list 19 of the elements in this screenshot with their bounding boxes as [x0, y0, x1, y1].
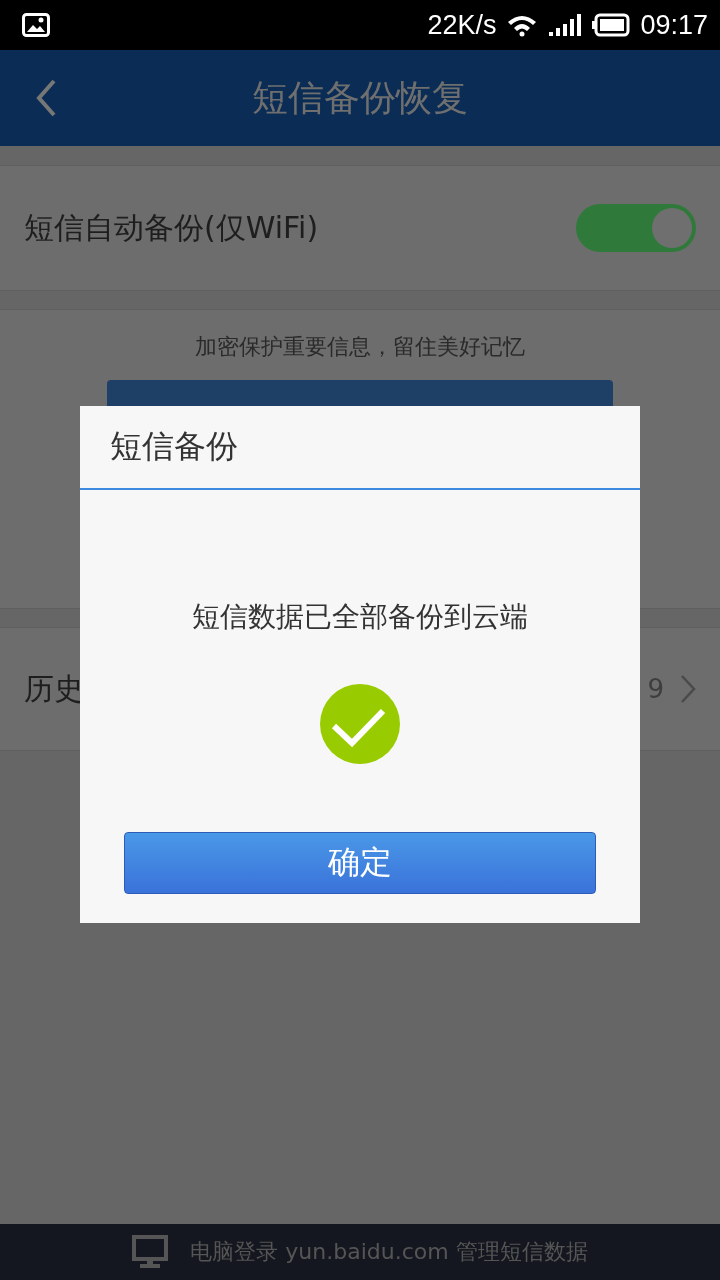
setting-label: 短信自动备份(仅WiFi): [24, 208, 319, 247]
back-icon[interactable]: [34, 78, 58, 118]
page-title: 短信备份恢复: [252, 75, 468, 120]
dialog-message: 短信数据已全部备份到云端: [192, 599, 528, 635]
card-subtitle: 加密保护重要信息，留住美好记忆: [195, 333, 525, 361]
wifi-icon: [506, 13, 539, 37]
monitor-icon: [132, 1235, 169, 1269]
confirm-button[interactable]: 确定: [124, 832, 596, 894]
network-speed: 22K/s: [427, 9, 497, 41]
toggle-switch[interactable]: [576, 204, 696, 252]
history-label: 历史: [24, 669, 84, 708]
image-icon: [22, 13, 50, 37]
battery-icon: [592, 13, 631, 37]
dialog-title: 短信备份: [80, 406, 640, 490]
signal-icon: [548, 13, 583, 37]
footer-text[interactable]: 电脑登录 yun.baidu.com 管理短信数据: [190, 1237, 588, 1267]
clock: 09:17: [640, 9, 708, 41]
check-icon: [320, 684, 400, 764]
chevron-icon: [680, 674, 696, 704]
